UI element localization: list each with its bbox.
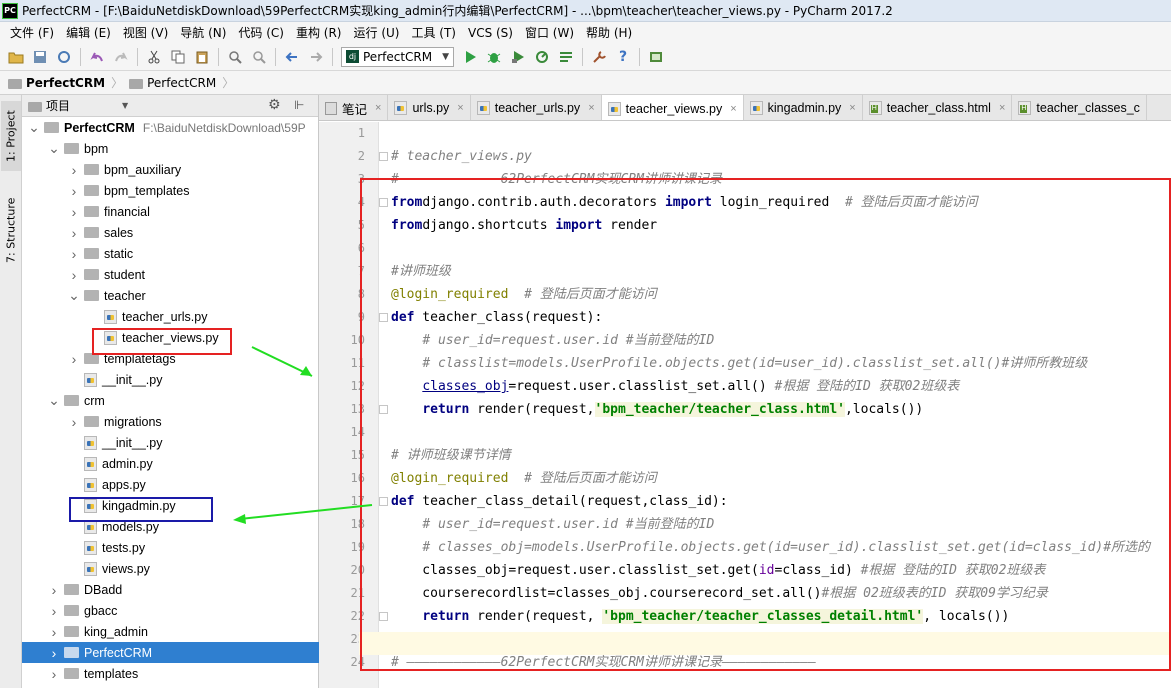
arrow-to-kingadmin <box>239 504 373 520</box>
annotation-arrows <box>233 346 373 524</box>
